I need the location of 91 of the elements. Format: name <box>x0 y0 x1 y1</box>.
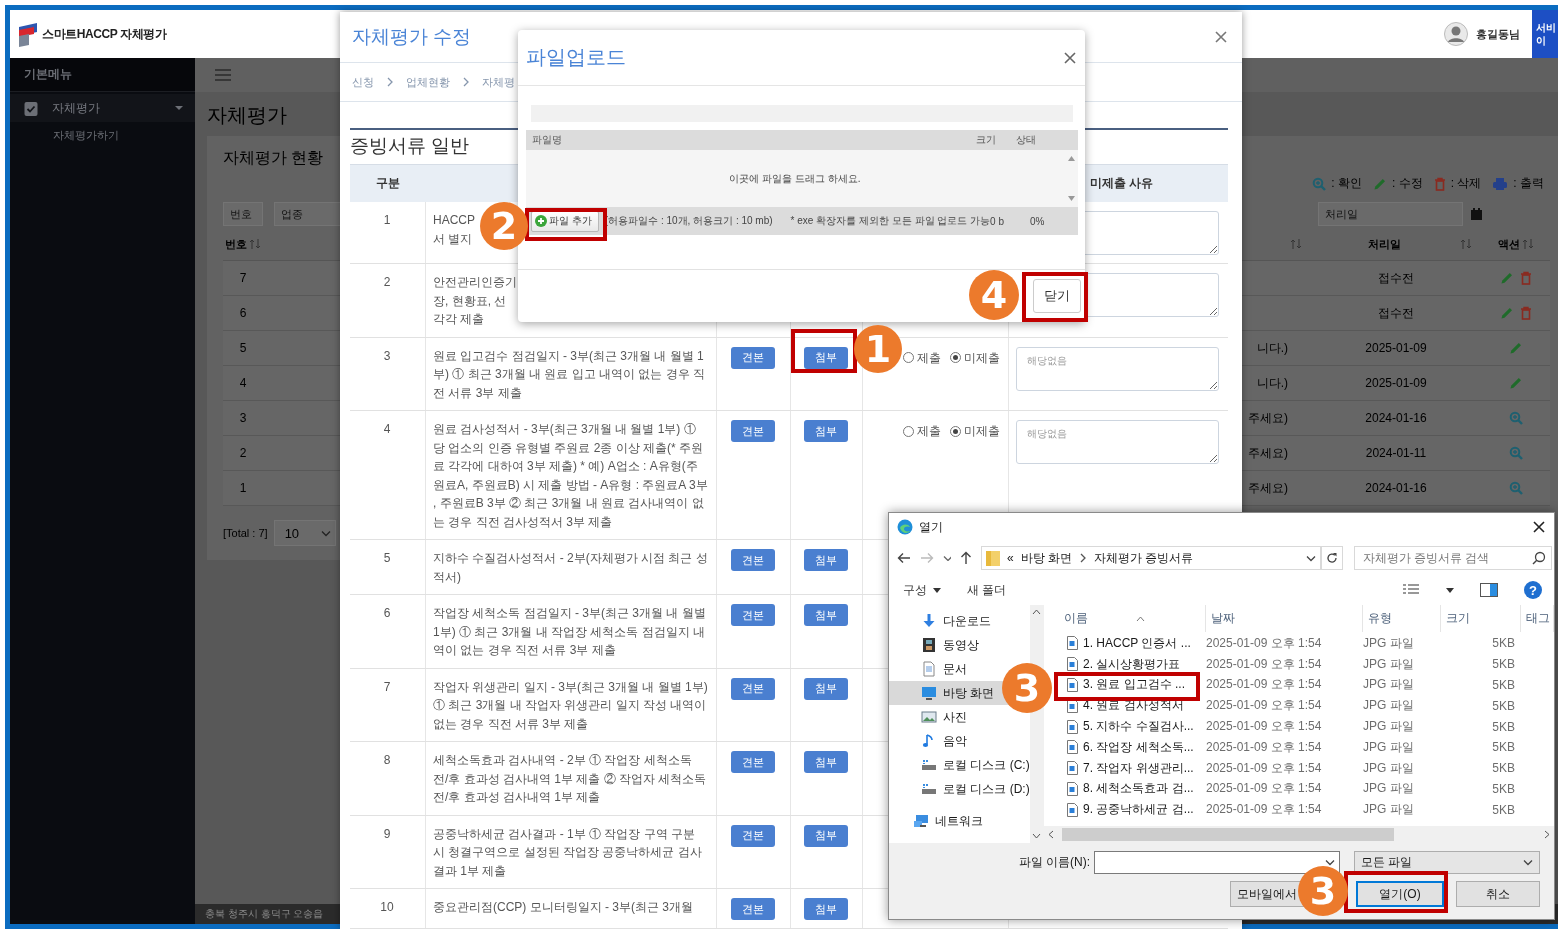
table-cell: 7 <box>239 271 247 285</box>
table-cell: 2024-01-11 <box>1365 446 1427 460</box>
document-description: HACCP 서 별지 <box>433 212 475 248</box>
row-number: 7 <box>383 679 391 694</box>
dialog-title: 자체평가 수정 <box>352 25 472 49</box>
legend-label: : 확인 <box>1331 175 1362 192</box>
table-cell: 2024-01-16 <box>1365 411 1427 425</box>
file-size: 5KB <box>1492 719 1515 734</box>
file-date: 2025-01-09 오후 1:54 <box>1206 781 1322 796</box>
section-title: 증빙서류 일반 <box>350 135 470 156</box>
total-size: 0 b <box>990 215 1005 227</box>
status-value: 0% <box>1030 215 1046 227</box>
file-type: JPG 파일 <box>1363 656 1414 671</box>
table-cell: 2024-01-16 <box>1365 481 1427 495</box>
table-cell: 2025-01-09 <box>1365 376 1427 390</box>
file-type: JPG 파일 <box>1363 739 1414 754</box>
column-header: 상태 <box>1016 133 1037 147</box>
file-type: JPG 파일 <box>1363 698 1414 713</box>
row-number: 8 <box>383 753 391 767</box>
legend-label: : 출력 <box>1513 175 1544 192</box>
file-size: 5KB <box>1492 698 1515 713</box>
document-description: 작업장 세척소독 점검일지 - 3부(최근 3개월 내 월별 1부) ① 최근 3개월 내 작업장 세척소독 점검일지 내역이 없는 경우 직전 서류 3부 제출 <box>433 605 707 659</box>
table-cell: 4 <box>239 376 247 390</box>
table-cell: 주세요) <box>1248 480 1288 495</box>
document-description: 원료 입고검수 점검일지 - 3부(최근 3개월 내 월별 1부) ① 최근 3개월 내 원료 입고 내역이 없는 경우 직전 서류 3부 제출 <box>433 347 706 402</box>
file-size: 5KB <box>1492 657 1515 672</box>
file-date: 2025-01-09 오후 1:54 <box>1206 656 1322 671</box>
document-description: 중요관리점(CCP) 모니터링일지 - 3부(최근 3개월 <box>433 899 693 916</box>
document-description: 지하수 수질검사성적서 - 2부(자체평가 시점 최근 성적서) <box>433 550 708 586</box>
file-type: JPG 파일 <box>1363 760 1414 775</box>
panel-title: 자체평가 현황 <box>223 149 324 166</box>
table-cell: 접수전 <box>1378 270 1414 285</box>
table-cell: 1 <box>239 481 247 495</box>
row-number: 9 <box>383 826 391 841</box>
row-number: 3 <box>383 348 391 363</box>
file-size: 5KB <box>1492 678 1515 692</box>
user-name: 홍길동님 <box>1476 26 1520 42</box>
row-number: 2 <box>383 275 391 289</box>
total-count: [Total : 7] <box>223 527 268 539</box>
drop-hint: 이곳에 파일을 드래그 하세요. <box>729 171 861 186</box>
file-type: JPG 파일 <box>1363 802 1414 817</box>
legend-label: : 수정 <box>1392 175 1423 192</box>
menu-heading: 기본메뉴 <box>10 58 195 92</box>
page-title: 자체평가 <box>207 104 287 126</box>
row-number: 5 <box>383 551 391 565</box>
column-header: 크기 <box>976 133 997 147</box>
row-number: 1 <box>383 213 391 227</box>
table-cell: 니다.) <box>1256 340 1288 355</box>
table-cell: 주세요) <box>1248 445 1288 460</box>
upload-note: * exe 확장자를 제외한 모든 파일 업로드 가능 <box>790 214 991 228</box>
column-header: 파일명 <box>531 133 563 147</box>
row-number: 4 <box>383 422 391 436</box>
table-cell: 주세요) <box>1248 410 1288 425</box>
document-description: 원료 검사성적서 - 3부(최근 3개월 내 월별 1부) ① 당 업소의 인증 유형별 주원료 2종 이상 제출(* 주원료 각각에 대하여 3부 제출) * 예) A업소 : A유형(주원료A, 주원료B) 시 제출 방법 - A유형 : 주원료A 3부 , 주원료B 3부 ② 최근 3개월 내 원료 검사내역이 없는 경우 직전 검사성적서 3부 제출 <box>433 421 708 531</box>
file-date: 2025-01-09 오후 1:54 <box>1206 739 1322 754</box>
row-number: 6 <box>383 606 391 620</box>
file-date: 2025-01-09 오후 1:54 <box>1206 760 1322 775</box>
table-cell: 2025-01-09 <box>1365 341 1427 355</box>
table-cell: 니다.) <box>1256 375 1288 390</box>
file-size: 5KB <box>1492 761 1515 776</box>
legend-label: : 삭제 <box>1450 175 1482 192</box>
document-description: 작업자 위생관리 일지 - 3부(최근 3개월 내 월별 1부) ① 최근 3개월 내 작업자 위생관리 일지 작성 내역이 없는 경우 직전 서류 3부 제출 <box>433 678 708 733</box>
row-number: 10 <box>380 900 394 914</box>
file-date: 2025-01-09 오후 1:54 <box>1206 635 1322 650</box>
table-cell: 2 <box>239 446 247 460</box>
table-cell: 5 <box>239 341 247 355</box>
file-date: 2025-01-09 오후 1:54 <box>1206 677 1322 692</box>
document-description: 세척소독효과 검사내역 - 2부 ① 작업장 세척소독 전/후 효과성 검사내역 1부 제출 ② 작업자 세척소독 전/후 효과성 검사내역 1부 제출 <box>433 752 708 806</box>
app-title: 스마트HACCP 자체평가 <box>42 25 167 43</box>
field-label: 파일 이름(N): <box>1018 854 1090 871</box>
column-header: 구분 <box>375 176 400 190</box>
column-header: 미제출 사유 <box>1090 176 1154 190</box>
dialog-title: 열기 <box>919 518 943 536</box>
file-date: 2025-01-09 오후 1:54 <box>1206 802 1322 817</box>
file-type: JPG 파일 <box>1363 635 1414 650</box>
file-size: 5KB <box>1492 636 1515 651</box>
footer-address: 충북 청주시 흥덕구 오송읍 <box>205 907 324 921</box>
file-date: 2025-01-09 오후 1:54 <box>1206 719 1322 734</box>
table-cell: 접수전 <box>1378 305 1414 320</box>
document-description: 안전관리인증기 장, 현황표, 선 각각 제출 <box>433 274 517 328</box>
file-size: 5KB <box>1492 781 1515 796</box>
file-date: 2025-01-09 오후 1:54 <box>1206 698 1322 713</box>
table-cell: 6 <box>239 306 247 320</box>
file-size: 5KB <box>1492 740 1515 755</box>
file-type: JPG 파일 <box>1363 677 1414 692</box>
document-description: 공중낙하세균 검사결과 - 1부 ① 작업장 구역 구분 시 청결구역으로 설정된 작업장 공중낙하세균 검사결과 1부 제출 <box>433 825 703 880</box>
file-type: JPG 파일 <box>1363 719 1414 734</box>
dialog-title: 파일업로드 <box>526 45 626 70</box>
table-cell: 3 <box>239 411 247 425</box>
file-size: 5KB <box>1492 802 1515 817</box>
file-type: JPG 파일 <box>1363 781 1414 796</box>
